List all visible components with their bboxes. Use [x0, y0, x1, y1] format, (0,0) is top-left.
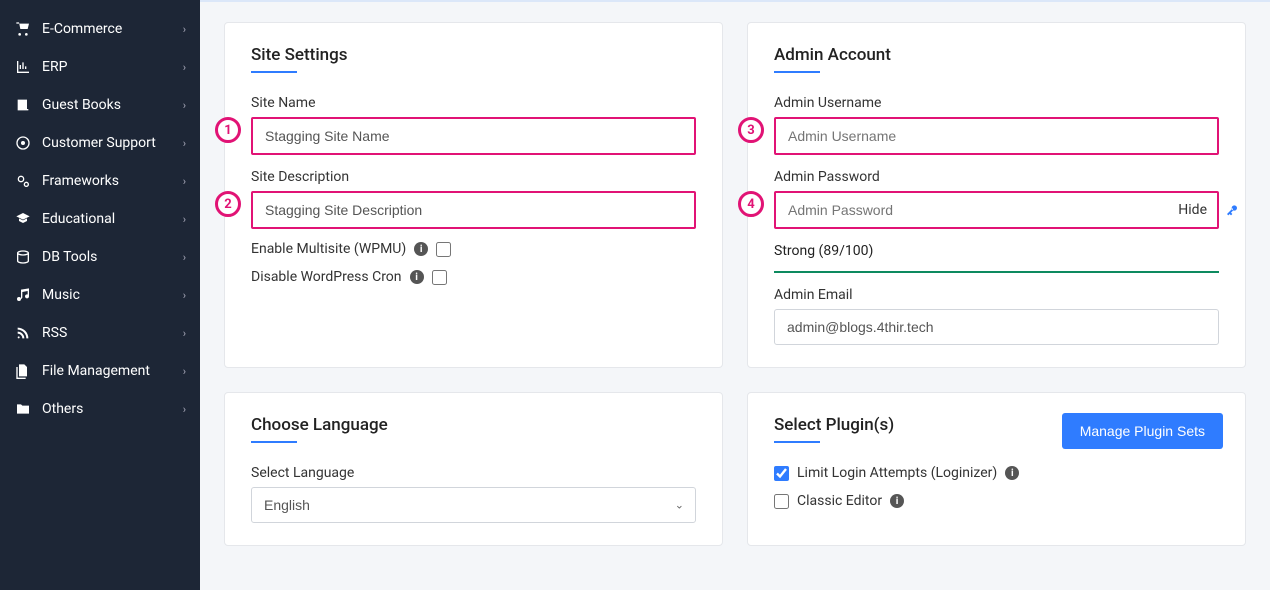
- title-underline: [251, 71, 297, 73]
- sidebar: E-Commerce › ERP › Guest Books › Custome…: [0, 0, 200, 590]
- files-icon: [14, 362, 32, 380]
- chevron-right-icon: ›: [183, 137, 186, 150]
- card-title: Admin Account: [774, 45, 1219, 65]
- info-icon[interactable]: i: [1005, 466, 1019, 480]
- plugins-card: Manage Plugin Sets Select Plugin(s) Limi…: [747, 392, 1246, 546]
- database-icon: [14, 248, 32, 266]
- badge-1: 1: [215, 117, 241, 143]
- admin-email-label: Admin Email: [774, 287, 1219, 303]
- password-strength-bar: [774, 271, 1219, 273]
- disable-cron-checkbox[interactable]: [432, 270, 447, 285]
- lifebuoy-icon: [14, 134, 32, 152]
- sidebar-item-support[interactable]: Customer Support ›: [0, 124, 200, 162]
- admin-username-label: Admin Username: [774, 95, 1219, 111]
- sidebar-item-guestbooks[interactable]: Guest Books ›: [0, 86, 200, 124]
- cart-icon: [14, 20, 32, 38]
- sidebar-item-rss[interactable]: RSS ›: [0, 314, 200, 352]
- site-name-label: Site Name: [251, 95, 696, 111]
- music-icon: [14, 286, 32, 304]
- main-content: Site Settings Site Name 1 Site Descripti…: [200, 0, 1270, 590]
- sidebar-item-label: Customer Support: [42, 135, 183, 151]
- book-icon: [14, 96, 32, 114]
- sidebar-item-label: Others: [42, 401, 183, 417]
- plugin-classic-editor-checkbox[interactable]: [774, 494, 789, 509]
- chevron-right-icon: ›: [183, 175, 186, 188]
- admin-username-input[interactable]: [774, 117, 1219, 155]
- gears-icon: [14, 172, 32, 190]
- manage-plugin-sets-button[interactable]: Manage Plugin Sets: [1062, 413, 1223, 449]
- plugin-classic-editor-label: Classic Editor: [797, 493, 882, 509]
- key-icon[interactable]: [1225, 200, 1241, 220]
- chevron-right-icon: ›: [183, 23, 186, 36]
- chevron-right-icon: ›: [183, 251, 186, 264]
- sidebar-item-filemgmt[interactable]: File Management ›: [0, 352, 200, 390]
- sidebar-item-label: RSS: [42, 325, 183, 341]
- site-name-input[interactable]: [251, 117, 696, 155]
- title-underline: [251, 441, 297, 443]
- sidebar-item-others[interactable]: Others ›: [0, 390, 200, 428]
- sidebar-item-dbtools[interactable]: DB Tools ›: [0, 238, 200, 276]
- chevron-right-icon: ›: [183, 289, 186, 302]
- sidebar-item-label: ERP: [42, 59, 183, 75]
- chart-icon: [14, 58, 32, 76]
- site-desc-label: Site Description: [251, 169, 696, 185]
- plugin-loginizer-label: Limit Login Attempts (Loginizer): [797, 465, 997, 481]
- sidebar-item-label: File Management: [42, 363, 183, 379]
- chevron-right-icon: ›: [183, 365, 186, 378]
- chevron-right-icon: ›: [183, 99, 186, 112]
- badge-3: 3: [738, 117, 764, 143]
- sidebar-item-frameworks[interactable]: Frameworks ›: [0, 162, 200, 200]
- chevron-right-icon: ›: [183, 61, 186, 74]
- password-hide-toggle[interactable]: Hide: [1174, 202, 1211, 218]
- folder-icon: [14, 400, 32, 418]
- title-underline: [774, 441, 820, 443]
- sidebar-item-label: Educational: [42, 211, 183, 227]
- card-title: Choose Language: [251, 415, 696, 435]
- language-card: Choose Language Select Language English …: [224, 392, 723, 546]
- sidebar-item-ecommerce[interactable]: E-Commerce ›: [0, 10, 200, 48]
- select-language-label: Select Language: [251, 465, 696, 481]
- disable-cron-label: Disable WordPress Cron: [251, 269, 402, 285]
- site-settings-card: Site Settings Site Name 1 Site Descripti…: [224, 22, 723, 368]
- plugin-loginizer-checkbox[interactable]: [774, 466, 789, 481]
- password-strength-label: Strong (89/100): [774, 243, 1219, 259]
- sidebar-item-label: Music: [42, 287, 183, 303]
- sidebar-item-label: E-Commerce: [42, 21, 183, 37]
- enable-multisite-label: Enable Multisite (WPMU): [251, 241, 406, 257]
- graduation-icon: [14, 210, 32, 228]
- sidebar-item-label: Frameworks: [42, 173, 183, 189]
- badge-2: 2: [215, 191, 241, 217]
- info-icon[interactable]: i: [890, 494, 904, 508]
- admin-password-label: Admin Password: [774, 169, 1219, 185]
- badge-4: 4: [738, 191, 764, 217]
- rss-icon: [14, 324, 32, 342]
- admin-email-input[interactable]: [774, 309, 1219, 345]
- info-icon[interactable]: i: [410, 270, 424, 284]
- chevron-right-icon: ›: [183, 403, 186, 416]
- sidebar-item-erp[interactable]: ERP ›: [0, 48, 200, 86]
- sidebar-item-label: Guest Books: [42, 97, 183, 113]
- admin-password-input[interactable]: [774, 191, 1219, 229]
- admin-account-card: Admin Account Admin Username 3 Admin Pas…: [747, 22, 1246, 368]
- chevron-right-icon: ›: [183, 327, 186, 340]
- info-icon[interactable]: i: [414, 242, 428, 256]
- enable-multisite-checkbox[interactable]: [436, 242, 451, 257]
- site-desc-input[interactable]: [251, 191, 696, 229]
- title-underline: [774, 71, 820, 73]
- language-select[interactable]: English: [251, 487, 696, 523]
- card-title: Site Settings: [251, 45, 696, 65]
- sidebar-item-educational[interactable]: Educational ›: [0, 200, 200, 238]
- sidebar-item-music[interactable]: Music ›: [0, 276, 200, 314]
- chevron-right-icon: ›: [183, 213, 186, 226]
- sidebar-item-label: DB Tools: [42, 249, 183, 265]
